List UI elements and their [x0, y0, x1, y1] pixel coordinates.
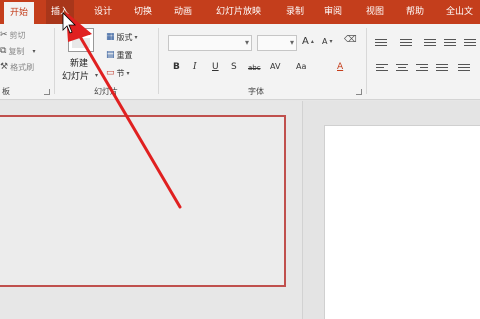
new-slide-label-line1[interactable]: 新建: [70, 56, 88, 69]
group-separator: [158, 28, 159, 94]
layout-label: 版式: [116, 33, 133, 42]
format-painter-button[interactable]: ⚒ 格式刷: [0, 62, 34, 73]
clear-format-icon: ⌫: [344, 35, 357, 45]
justify-icon[interactable]: [436, 64, 448, 73]
align-right-icon[interactable]: [416, 64, 428, 73]
slides-group-label: 幻灯片: [94, 87, 118, 96]
tab-animations[interactable]: 动画: [174, 0, 192, 24]
section-icon: ▭: [106, 68, 115, 78]
tab-insert[interactable]: 插入: [46, 0, 75, 24]
copy-icon: ⧉: [0, 46, 7, 56]
font-name-select[interactable]: ▾: [168, 35, 252, 51]
slide-thumbnail-pane: [0, 101, 303, 319]
group-separator: [54, 28, 55, 94]
bullets-icon[interactable]: [375, 39, 387, 48]
brush-icon: ⚒: [0, 62, 9, 72]
tab-transitions[interactable]: 切换: [134, 0, 152, 24]
section-label: 节: [116, 69, 125, 78]
decrease-indent-icon[interactable]: [424, 39, 436, 48]
cut-button[interactable]: ✂ 剪切: [0, 30, 26, 41]
layout-icon: ▦: [106, 32, 115, 42]
slide-thumbnail-selected[interactable]: [0, 115, 286, 287]
chevron-down-icon: ▾: [134, 34, 138, 41]
shrink-font-label: A: [322, 37, 328, 46]
caret-down-icon: ▾: [329, 38, 333, 45]
tab-home[interactable]: 开始: [4, 2, 35, 24]
chevron-down-icon: ▾: [32, 48, 36, 55]
tab-review[interactable]: 审阅: [324, 0, 342, 24]
tab-help[interactable]: 帮助: [406, 0, 424, 24]
font-group-label: 字体: [248, 87, 264, 96]
tab-record[interactable]: 录制: [286, 0, 304, 24]
ribbon-tab-bar: 开始 插入 设计 切换 动画 幻灯片放映 录制 审阅 视图 帮助 全山文: [0, 0, 480, 24]
chevron-down-icon: ▾: [95, 72, 99, 79]
grow-font-label: A: [302, 36, 309, 47]
line-spacing-icon[interactable]: [464, 39, 476, 48]
clear-formatting-button[interactable]: ⌫: [344, 36, 357, 45]
new-slide-label-line2[interactable]: 幻灯片: [62, 69, 89, 82]
numbering-icon[interactable]: [400, 39, 412, 48]
italic-button[interactable]: I: [193, 62, 197, 72]
columns-icon[interactable]: [458, 64, 470, 73]
char-spacing-button[interactable]: AV: [270, 62, 280, 71]
layout-button[interactable]: ▦ 版式 ▾: [106, 32, 138, 43]
clipboard-group-label: 板: [2, 87, 10, 96]
shadow-button[interactable]: S: [231, 62, 237, 72]
strikethrough-button[interactable]: abc: [248, 64, 261, 72]
align-center-icon[interactable]: [396, 64, 408, 73]
ribbon: ✂ 剪切 ⧉ 复制 ▾ ⚒ 格式刷 板 新建 幻灯片 ▾ ▦ 版式 ▾ ▤ 重置…: [0, 24, 480, 100]
cut-label: 剪切: [9, 31, 26, 40]
chevron-down-icon: ▾: [244, 38, 249, 47]
change-case-button[interactable]: Aa: [296, 62, 306, 71]
clipboard-dialog-launcher[interactable]: [44, 89, 50, 95]
bold-button[interactable]: B: [173, 62, 180, 72]
copy-button[interactable]: ⧉ 复制 ▾: [0, 46, 35, 57]
align-left-icon[interactable]: [376, 64, 388, 73]
shrink-font-button[interactable]: A ▾: [322, 37, 333, 46]
group-separator: [366, 28, 367, 94]
tab-slideshow[interactable]: 幻灯片放映: [216, 0, 261, 24]
caret-up-icon: ▴: [310, 38, 314, 45]
grow-font-button[interactable]: A ▴: [302, 36, 314, 47]
underline-button[interactable]: U: [212, 62, 219, 72]
new-slide-icon[interactable]: [68, 28, 94, 52]
increase-indent-icon[interactable]: [444, 39, 456, 48]
workspace: [0, 101, 480, 319]
chevron-down-icon: ▾: [126, 70, 130, 77]
font-size-select[interactable]: ▾: [257, 35, 297, 51]
slide-editor-canvas[interactable]: [324, 125, 480, 319]
format-painter-label: 格式刷: [10, 63, 35, 72]
reset-button[interactable]: ▤ 重置: [106, 50, 133, 61]
reset-icon: ▤: [106, 50, 115, 60]
copy-label: 复制: [8, 47, 25, 56]
tab-design[interactable]: 设计: [94, 0, 112, 24]
reset-label: 重置: [116, 51, 133, 60]
section-button[interactable]: ▭ 节 ▾: [106, 68, 130, 79]
font-color-button[interactable]: A: [337, 62, 343, 72]
tab-wps[interactable]: 全山文: [446, 0, 473, 24]
font-dialog-launcher[interactable]: [356, 89, 362, 95]
scissors-icon: ✂: [0, 30, 8, 40]
chevron-down-icon: ▾: [289, 38, 294, 47]
tab-view[interactable]: 视图: [366, 0, 384, 24]
